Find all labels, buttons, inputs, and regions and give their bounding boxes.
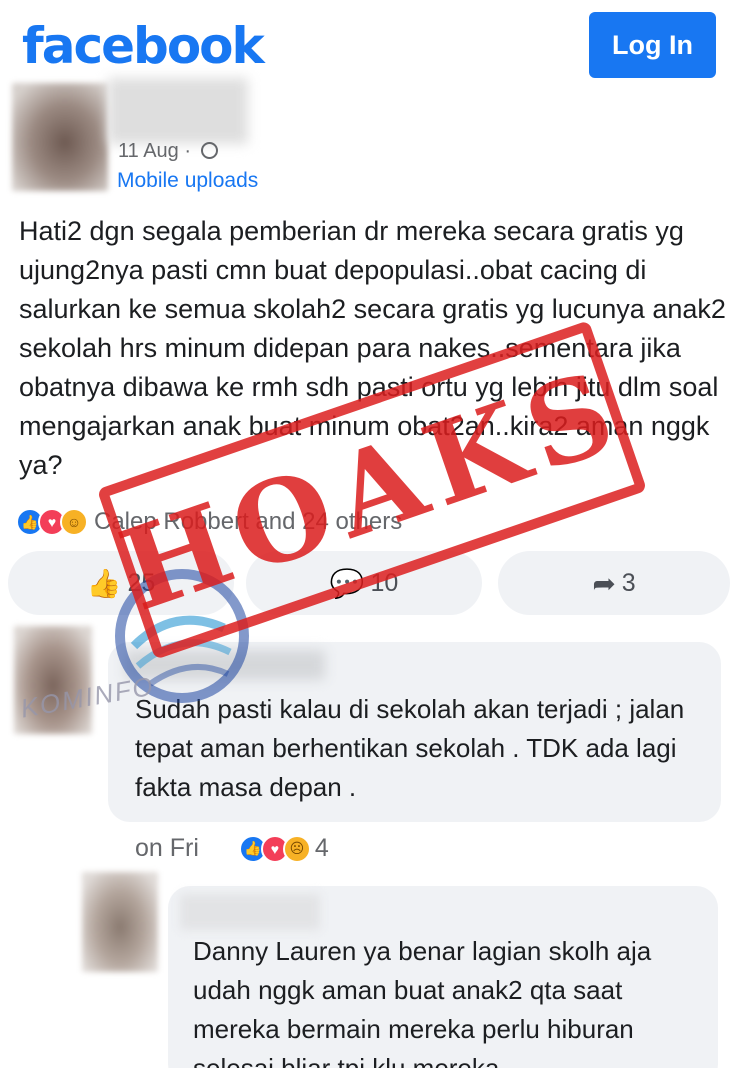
sad-reaction-icon: ☹ [282, 834, 311, 863]
comment-meta: on Fri 👍 ♥ ☹ 4 [135, 834, 329, 863]
comment-button[interactable]: 💬 10 [246, 551, 482, 615]
share-count: 3 [621, 568, 636, 597]
reply-avatar[interactable] [82, 872, 158, 972]
like-count: 25 [127, 568, 156, 597]
share-icon: ➦ [592, 567, 616, 599]
facebook-logo[interactable]: facebook [22, 16, 265, 76]
comment-time[interactable]: on Fri [135, 834, 199, 863]
reactions-text: Calep Robbert and 24 others [94, 508, 403, 535]
top-bar: facebook Log In [0, 0, 738, 88]
comment-count: 10 [370, 568, 399, 597]
comment-author-name-redacted [125, 650, 325, 680]
post-author-name-redacted [108, 78, 248, 144]
like-button[interactable]: 👍 25 [8, 551, 234, 615]
share-button[interactable]: ➦ 3 [498, 551, 730, 615]
reactions-summary[interactable]: 👍 ♥ ☺ Calep Robbert and 24 others [16, 507, 402, 537]
comment-reactions[interactable]: 👍 ♥ ☹ 4 [238, 834, 329, 863]
post-date: 11 Aug [118, 140, 179, 162]
thumbs-up-icon: 👍 [86, 567, 122, 599]
comment-avatar[interactable] [14, 626, 92, 734]
post-text: Hati2 dgn segala pemberian dr mereka sec… [19, 216, 726, 480]
comment-icon: 💬 [329, 567, 365, 599]
comment-text: Sudah pasti kalau di sekolah akan terjad… [135, 694, 685, 802]
globe-icon [200, 142, 218, 159]
post-author-avatar[interactable] [12, 83, 108, 191]
comment-reaction-count: 4 [314, 834, 329, 862]
post-date-row[interactable]: 11 Aug · [118, 138, 218, 164]
care-reaction-icon: ☺ [60, 508, 88, 536]
dot-separator: · [184, 140, 192, 162]
reply-author-name-redacted [180, 894, 320, 930]
login-button[interactable]: Log In [589, 12, 716, 78]
reply-text: Danny Lauren ya benar lagian skolh aja u… [193, 936, 652, 1068]
post-source-link[interactable]: Mobile uploads [117, 168, 258, 194]
